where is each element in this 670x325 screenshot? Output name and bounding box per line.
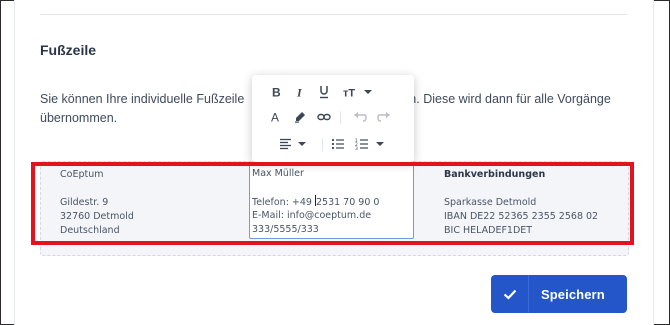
text-format-toolbar: B I ᴛT A 123 [252, 75, 414, 162]
underline-icon[interactable] [314, 82, 334, 102]
highlight-icon[interactable] [290, 107, 310, 127]
section-title: Fußzeile [40, 42, 97, 58]
svg-text:B: B [272, 86, 281, 98]
svg-text:I: I [296, 86, 303, 98]
footer-line: IBAN DE22 52365 2355 2568 02 [444, 211, 599, 222]
bullet-list-icon[interactable] [328, 134, 348, 154]
divider [40, 14, 627, 15]
footer-line: CoEptum [60, 169, 104, 180]
check-icon [491, 275, 529, 313]
undo-icon[interactable] [350, 107, 370, 127]
bold-icon[interactable]: B [266, 82, 286, 102]
text-color-icon[interactable]: A [266, 107, 286, 127]
footer-line [252, 181, 413, 195]
footer-column-contact-editor[interactable]: Max Müller Telefon: +49 2531 70 90 0 E-M… [249, 164, 414, 239]
numbered-list-icon[interactable]: 123 [352, 134, 388, 154]
footer-line [60, 182, 134, 196]
text-size-icon[interactable]: ᴛT [340, 82, 376, 102]
link-icon[interactable] [314, 107, 334, 127]
svg-text:ᴛT: ᴛT [343, 88, 355, 99]
toolbar-separator [322, 138, 323, 151]
footer-line [444, 182, 598, 196]
footer-line: Max Müller [252, 168, 304, 179]
svg-text:3: 3 [355, 146, 358, 150]
description-text-start: Sie können Ihre individuelle Fußzeile [40, 92, 245, 106]
footer-line: 333/5555/333 [252, 224, 319, 235]
redo-icon[interactable] [374, 107, 394, 127]
footer-line: Bankverbindungen [444, 169, 546, 180]
description-text-end: n. Diese wird dann für alle Vorgänge [409, 92, 611, 106]
footer-line: 32760 Detmold [60, 211, 134, 222]
footer-line: Deutschland [60, 225, 120, 236]
footer-line: BIC HELADEF1DET [444, 225, 533, 236]
description-text-line2: übernommen. [40, 111, 118, 125]
save-button[interactable]: Speichern [491, 275, 627, 313]
save-button-label: Speichern [541, 286, 605, 302]
footer-line: Sparkasse Detmold [444, 197, 537, 208]
footer-line-phone: Telefon: +49 2531 70 90 0 [252, 195, 380, 208]
italic-icon[interactable]: I [290, 82, 310, 102]
footer-column-bank[interactable]: Bankverbindungen Sparkasse Detmold IBAN … [444, 168, 598, 238]
svg-text:A: A [271, 111, 279, 123]
align-icon[interactable] [276, 134, 312, 154]
footer-line: E-Mail: info@coeptum.de [252, 210, 372, 221]
toolbar-separator [340, 111, 341, 124]
footer-column-company[interactable]: CoEptum Gildestr. 9 32760 Detmold Deutsc… [60, 168, 134, 238]
footer-line: Gildestr. 9 [60, 197, 109, 208]
